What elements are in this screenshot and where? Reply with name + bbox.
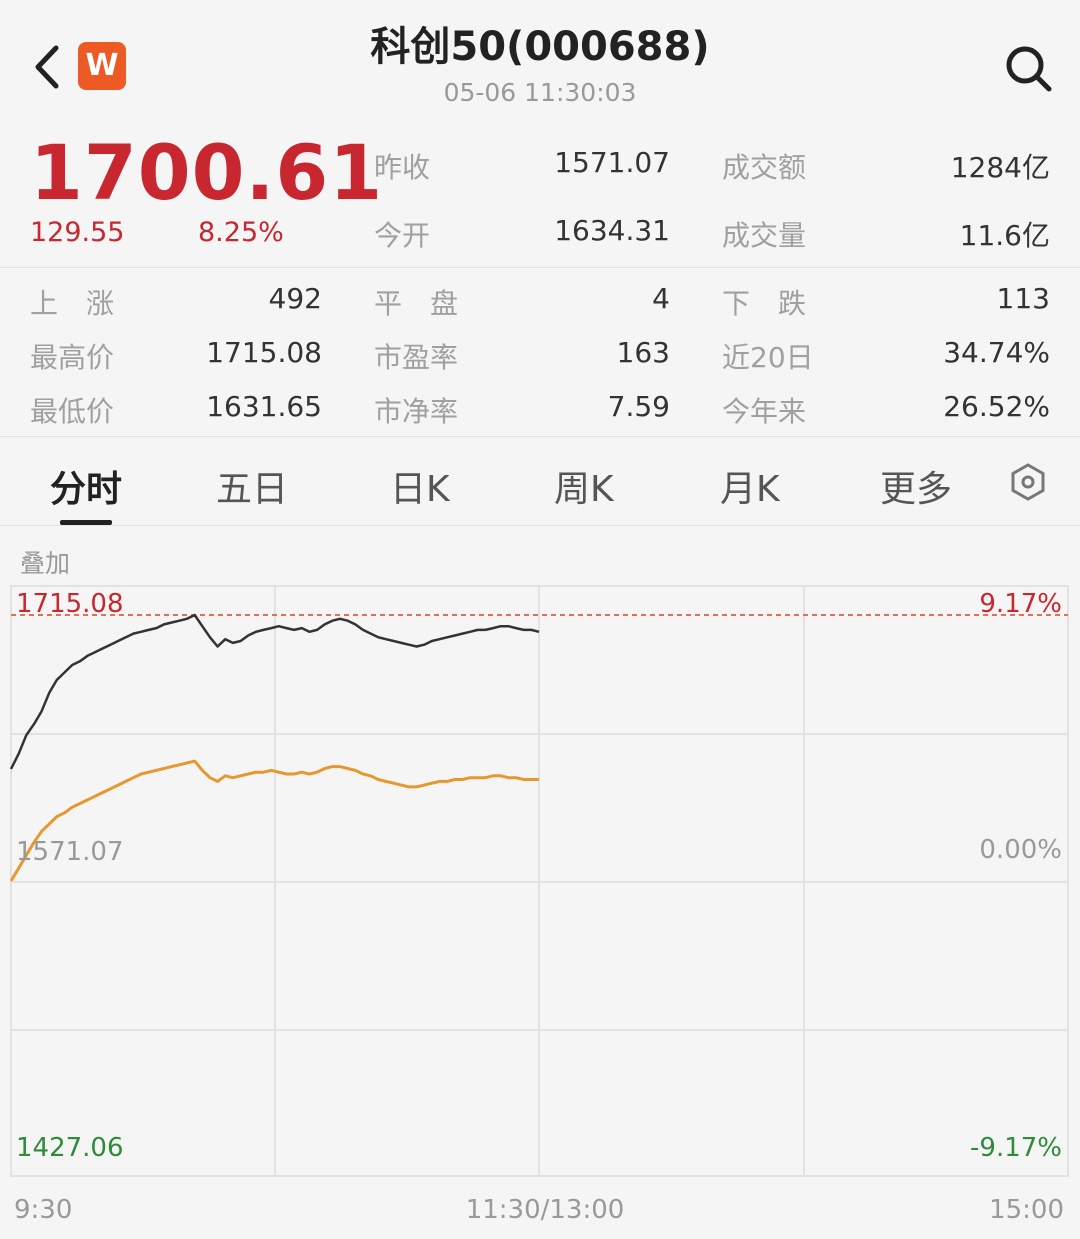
chart-grid bbox=[10, 585, 1069, 1177]
page-title: 科创50(000688) bbox=[370, 24, 710, 70]
y-max-label: 1715.08 bbox=[16, 589, 124, 619]
pb-value: 7.59 bbox=[607, 390, 670, 423]
price-change: 129.55 bbox=[30, 217, 125, 248]
tab-monthly-k[interactable]: 月K bbox=[720, 460, 780, 512]
y-min-label: 1427.06 bbox=[16, 1133, 124, 1163]
prev-close-value: 1571.07 bbox=[554, 146, 670, 179]
search-icon bbox=[1006, 46, 1052, 92]
price-change-percent: 8.25% bbox=[198, 217, 284, 248]
x-tick-label: 15:00 bbox=[989, 1195, 1064, 1225]
y-baseline-label: 1571.07 bbox=[16, 837, 124, 867]
divider bbox=[0, 525, 1080, 526]
open-label: 今开 bbox=[374, 219, 431, 252]
divider bbox=[0, 267, 1080, 268]
divider bbox=[0, 436, 1080, 437]
twenty-day-label: 近20日 bbox=[722, 341, 814, 374]
unchanged-label: 平 盘 bbox=[374, 287, 459, 320]
pb-label: 市净率 bbox=[374, 395, 459, 428]
advancers-label: 上 涨 bbox=[30, 287, 115, 320]
tab-five-day[interactable]: 五日 bbox=[216, 460, 288, 512]
tab-weekly-k[interactable]: 周K bbox=[554, 460, 614, 512]
advancers-value: 492 bbox=[268, 282, 322, 315]
turnover-value: 1284亿 bbox=[950, 151, 1050, 184]
x-tick-label: 9:30 bbox=[14, 1195, 72, 1225]
pe-label: 市盈率 bbox=[374, 341, 459, 374]
search-button[interactable] bbox=[1002, 42, 1054, 94]
y-max-pct-label: 9.17% bbox=[979, 589, 1062, 619]
chart-settings-button[interactable] bbox=[1008, 462, 1048, 502]
low-label: 最低价 bbox=[30, 395, 115, 428]
last-price: 1700.61 bbox=[30, 128, 384, 217]
decliners-label: 下 跌 bbox=[722, 287, 807, 320]
low-value: 1631.65 bbox=[206, 390, 322, 423]
tab-daily-k[interactable]: 日K bbox=[390, 460, 450, 512]
hexagon-settings-icon bbox=[1011, 463, 1045, 501]
unchanged-value: 4 bbox=[652, 282, 670, 315]
high-value: 1715.08 bbox=[206, 336, 322, 369]
prev-close-label: 昨收 bbox=[374, 151, 431, 184]
turnover-label: 成交额 bbox=[722, 151, 807, 184]
tab-more[interactable]: 更多 bbox=[880, 460, 952, 512]
intraday-chart: 1715.08 9.17% 1571.07 0.00% 1427.06 -9.1… bbox=[9, 585, 1069, 1225]
x-tick-label: 11:30/13:00 bbox=[466, 1195, 625, 1225]
ytd-label: 今年来 bbox=[722, 395, 807, 428]
open-value: 1634.31 bbox=[554, 214, 670, 247]
tab-intraday[interactable]: 分时 bbox=[50, 460, 122, 512]
high-label: 最高价 bbox=[30, 341, 115, 374]
y-min-pct-label: -9.17% bbox=[970, 1133, 1062, 1163]
volume-label: 成交量 bbox=[722, 219, 807, 252]
twenty-day-value: 34.74% bbox=[943, 336, 1050, 369]
decliners-value: 113 bbox=[996, 282, 1050, 315]
y-baseline-pct-label: 0.00% bbox=[979, 835, 1062, 865]
ytd-value: 26.52% bbox=[943, 390, 1050, 423]
quote-datetime: 05-06 11:30:03 bbox=[443, 78, 637, 107]
volume-value: 11.6亿 bbox=[959, 219, 1050, 252]
pe-value: 163 bbox=[616, 336, 670, 369]
